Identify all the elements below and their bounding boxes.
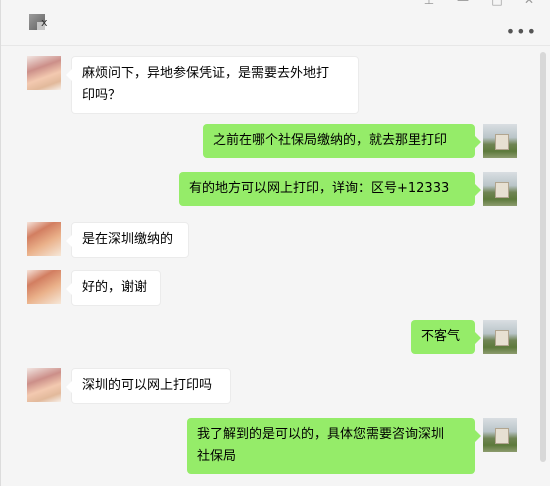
message-bubble-outgoing[interactable]: 之前在哪个社保局缴纳的，就去那里打印 <box>203 124 481 158</box>
message-bubble-incoming[interactable]: 好的，谢谢 <box>66 270 161 306</box>
more-options-button[interactable]: ••• <box>506 22 537 41</box>
message-text: 深圳的可以网上打印吗 <box>82 378 213 393</box>
message-text-line: 我了解到的是可以的，具体您需要咨询深圳 <box>197 427 445 442</box>
maximize-icon[interactable]: □ <box>489 0 505 8</box>
message-bubble-incoming[interactable]: 深圳的可以网上打印吗 <box>66 368 231 404</box>
message-text: 之前在哪个社保局缴纳的，就去那里打印 <box>213 133 448 148</box>
minimize-icon[interactable]: — <box>455 0 471 8</box>
contact-avatar[interactable] <box>27 368 61 402</box>
chat-window: x ⊥ — □ ✕ ••• 麻烦问下，异地参保凭证，是需要去外地打 印吗？ 之前… <box>0 0 550 486</box>
message-text: 是在深圳缴纳的 <box>82 232 174 247</box>
chat-title: x <box>41 16 48 29</box>
chat-header: x ⊥ — □ ✕ ••• <box>1 0 550 46</box>
chat-scrollbar[interactable] <box>540 52 546 462</box>
message-text: 不客气 <box>421 329 461 344</box>
message-list[interactable]: 麻烦问下，异地参保凭证，是需要去外地打 印吗？ 之前在哪个社保局缴纳的，就去那里… <box>1 46 550 486</box>
my-avatar[interactable] <box>483 172 517 206</box>
my-avatar[interactable] <box>483 320 517 354</box>
message-text: 好的，谢谢 <box>82 280 148 295</box>
contact-avatar[interactable] <box>27 222 61 256</box>
message-bubble-outgoing[interactable]: 我了解到的是可以的，具体您需要咨询深圳 社保局 <box>187 418 481 474</box>
message-text: 有的地方可以网上打印，详询：区号+12333 <box>189 181 450 196</box>
message-bubble-incoming[interactable]: 麻烦问下，异地参保凭证，是需要去外地打 印吗？ <box>66 56 359 114</box>
message-bubble-incoming[interactable]: 是在深圳缴纳的 <box>66 222 189 258</box>
contact-avatar[interactable] <box>27 270 61 304</box>
message-bubble-outgoing[interactable]: 不客气 <box>411 320 481 354</box>
contact-avatar[interactable] <box>27 56 61 90</box>
close-icon[interactable]: ✕ <box>521 0 537 8</box>
message-bubble-outgoing[interactable]: 有的地方可以网上打印，详询：区号+12333 <box>179 172 481 206</box>
pin-icon[interactable]: ⊥ <box>421 0 437 8</box>
my-avatar[interactable] <box>483 124 517 158</box>
message-text-line: 社保局 <box>197 449 237 464</box>
message-text-line: 麻烦问下，异地参保凭证，是需要去外地打 <box>82 66 330 81</box>
my-avatar[interactable] <box>483 418 517 452</box>
message-text-line: 印吗？ <box>82 88 122 103</box>
